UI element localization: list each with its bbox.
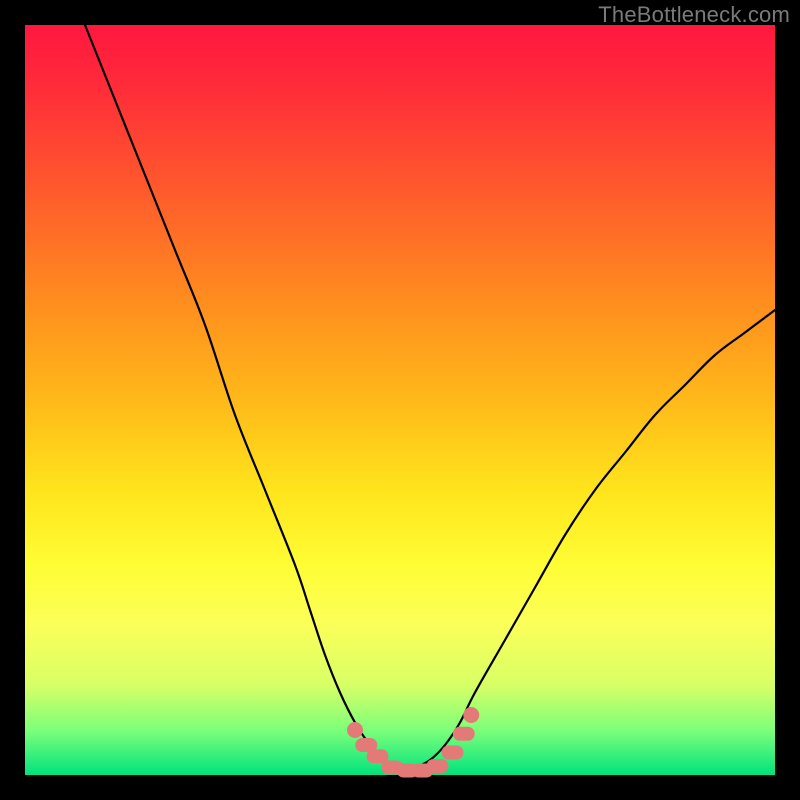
chart-area [25, 25, 775, 775]
attribution-watermark: TheBottleneck.com [598, 2, 790, 28]
curve-right-branch [400, 310, 775, 771]
marker-pill [427, 759, 449, 773]
marker-pill [453, 727, 475, 741]
marker-pill [367, 749, 389, 763]
bottom-marker-cluster [347, 707, 479, 778]
curve-left-branch [85, 25, 400, 771]
marker-dot [347, 722, 363, 738]
chart-svg [25, 25, 775, 775]
marker-pill [442, 746, 464, 760]
marker-dot [463, 707, 479, 723]
